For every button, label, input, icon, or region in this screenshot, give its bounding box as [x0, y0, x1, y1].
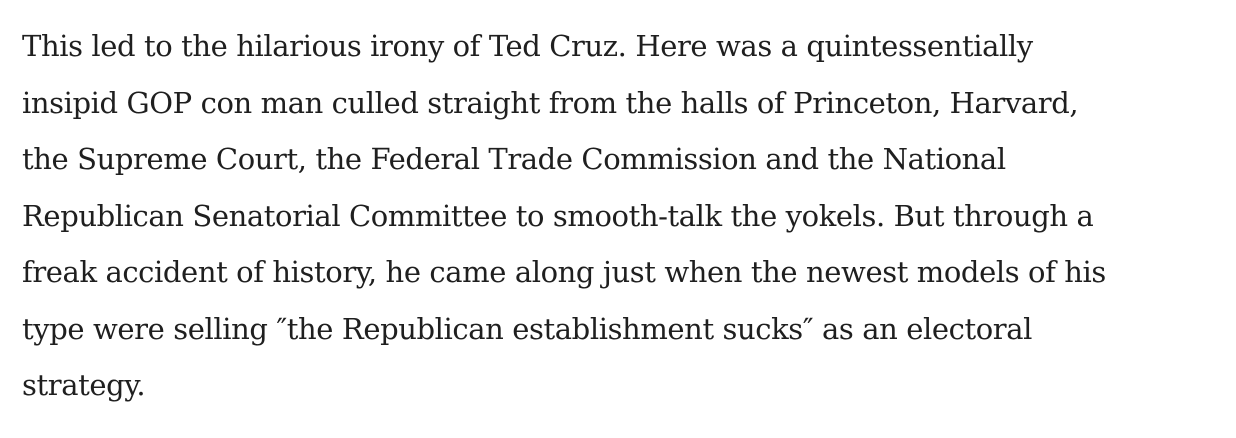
paragraph-line: insipid GOP con man culled straight from… — [22, 85, 1079, 120]
paragraph-line: strategy. — [22, 368, 146, 402]
paragraph-line: This led to the hilarious irony of Ted C… — [22, 29, 1033, 63]
paragraph-line: type were selling ″the Republican establ… — [22, 311, 1032, 346]
article-paragraph: This led to the hilarious irony of Ted C… — [22, 18, 1212, 414]
paragraph-line: freak accident of history, he came along… — [22, 255, 1106, 289]
paragraph-line: Republican Senatorial Committee to smoot… — [22, 198, 1094, 233]
paragraph-line: the Supreme Court, the Federal Trade Com… — [22, 142, 1006, 176]
